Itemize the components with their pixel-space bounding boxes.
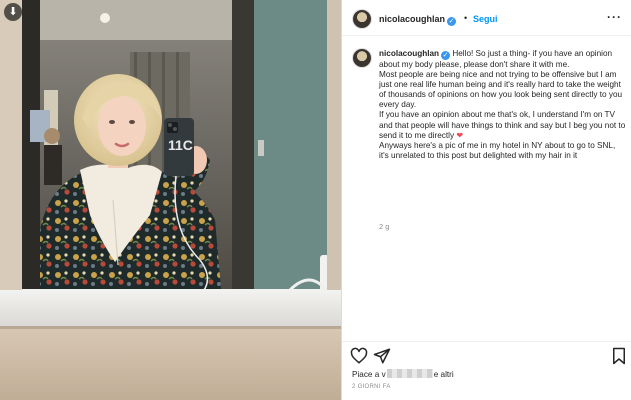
post-date: 2 GIORNI FA: [352, 384, 391, 390]
phone-case-text: 11C: [168, 137, 193, 153]
likes-suffix[interactable]: altri: [441, 370, 454, 379]
share-icon[interactable]: [373, 347, 391, 365]
redacted-username: [386, 369, 433, 378]
likes-hidden-end: e: [433, 370, 439, 379]
follow-button[interactable]: Segui: [473, 14, 498, 24]
verified-icon: ✓: [447, 17, 457, 26]
heart-icon[interactable]: [350, 347, 368, 365]
caption-username-text: nicolacoughlan: [379, 49, 440, 58]
action-bar: [342, 341, 631, 365]
verified-icon: ✓: [441, 51, 451, 60]
likes-summary[interactable]: Piace a v e altri: [352, 369, 454, 379]
username-text: nicolacoughlan: [379, 14, 446, 24]
bookmark-icon[interactable]: [610, 347, 628, 365]
mirror-selfie-image: 11C: [0, 0, 341, 400]
avatar[interactable]: [352, 9, 372, 29]
username-link[interactable]: nicolacoughlan ✓: [379, 14, 457, 26]
caption-username[interactable]: nicolacoughlan ✓: [379, 49, 451, 60]
caption-paragraph-2: Most people are being nice and not tryin…: [379, 70, 623, 110]
post-photo[interactable]: 11C ⬇: [0, 0, 341, 400]
avatar[interactable]: [352, 48, 372, 68]
more-options-icon[interactable]: ···: [607, 10, 622, 24]
post-sidebar: nicolacoughlan ✓ • Segui ··· nicolacoughl…: [341, 0, 631, 400]
caption-text: nicolacoughlan ✓ Hello! So just a thing- …: [379, 49, 627, 161]
comment-timestamp[interactable]: 2 g: [379, 222, 389, 231]
likes-prefix: Piace a: [352, 370, 380, 379]
caption-paragraph-3: If you have an opinion about me that's o…: [379, 110, 626, 140]
caption-paragraph-4: Anyways here's a pic of me in my hotel i…: [379, 140, 616, 160]
separator-dot: •: [464, 13, 468, 23]
download-icon[interactable]: ⬇: [4, 3, 22, 21]
post-header: nicolacoughlan ✓ • Segui ···: [342, 0, 631, 36]
heart-emoji: ❤: [456, 130, 464, 140]
likes-hidden-start: v: [381, 370, 386, 379]
